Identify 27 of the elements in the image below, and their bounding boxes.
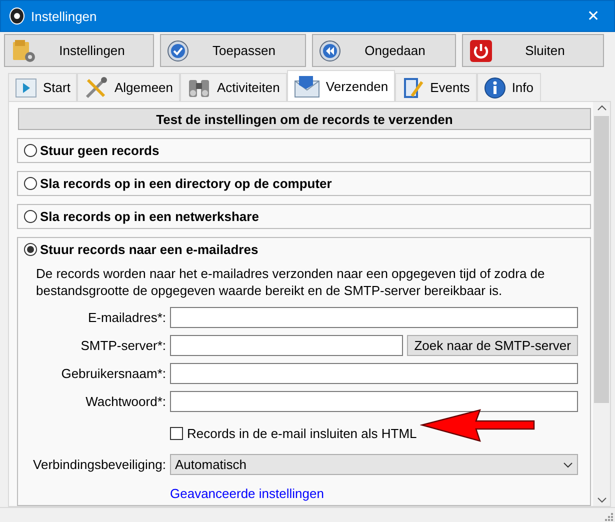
field-label: SMTP-server*:: [80, 338, 166, 353]
checkbox-label: Records in de e-mail insluiten als HTML: [187, 426, 417, 440]
tab[interactable]: Start: [8, 73, 78, 101]
toolbar-button[interactable]: Ongedaan: [312, 34, 456, 67]
test-button[interactable]: Test de instellingen om de records te verzenden: [18, 108, 591, 130]
description-text: De records worden naar het e-mailadres verzonden naar een opgegeven tijd of zodra de bestandsgrootte de opgegeven waarde bereikt en de SMTP-server bereikbaar is.: [36, 265, 546, 299]
window-title: Instellingen: [31, 8, 98, 24]
radio-label[interactable]: Sla records op in een directory op de computer: [40, 176, 332, 191]
radio-label[interactable]: Stuur records naar een e-mailadres: [40, 242, 258, 257]
dropdown[interactable]: Automatisch: [170, 454, 578, 475]
search-server-button[interactable]: Zoek naar de SMTP-server: [407, 335, 578, 356]
radio-label[interactable]: Sla records op in een netwerkshare: [40, 209, 259, 224]
advanced-settings-link[interactable]: Geavanceerde instellingen: [170, 482, 578, 501]
tab[interactable]: Algemeen: [77, 73, 180, 101]
toolbar-button[interactable]: Sluiten: [462, 34, 604, 67]
tab[interactable]: Events: [395, 73, 477, 101]
field-label: Gebruikersnaam*:: [60, 366, 166, 381]
field-label: Verbindingsbeveiliging:: [32, 457, 166, 472]
toolbar-button[interactable]: Toepassen: [160, 34, 306, 67]
close-button[interactable]: ✕: [581, 7, 606, 25]
tab[interactable]: Activiteiten: [180, 73, 287, 101]
field-label: E-mailadres*:: [86, 310, 166, 325]
radio-label[interactable]: Stuur geen records: [40, 143, 160, 158]
field-label: Wachtwoord*:: [84, 394, 166, 409]
toolbar-button[interactable]: Instellingen: [4, 34, 154, 67]
tab[interactable]: Info: [476, 73, 540, 101]
tab[interactable]: Verzenden: [286, 70, 396, 101]
